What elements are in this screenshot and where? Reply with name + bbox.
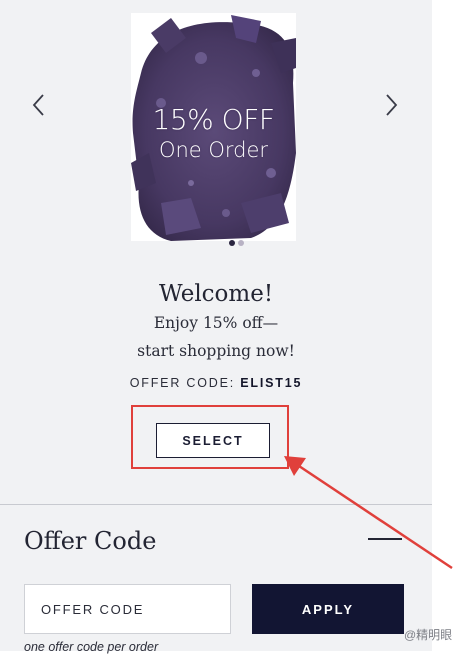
carousel-dot-active[interactable]	[229, 240, 235, 246]
offer-code-section-title: Offer Code	[24, 527, 157, 555]
section-divider	[0, 504, 432, 505]
promo-banner-image[interactable]: 15% OFF One Order	[131, 13, 296, 241]
welcome-subtitle-line2: start shopping now!	[137, 342, 295, 360]
apply-button[interactable]: APPLY	[252, 584, 404, 634]
offer-code-label: OFFER CODE:	[129, 376, 235, 390]
watermark-text: @精明眼	[404, 628, 453, 642]
offer-code-value: ELIST15	[240, 376, 303, 390]
carousel-prev-button[interactable]	[29, 92, 49, 118]
offer-code-input[interactable]	[24, 584, 231, 634]
offer-panel: 15% OFF One Order Welcome! Enjoy 15% off…	[0, 0, 432, 654]
chevron-left-icon	[32, 94, 44, 116]
promo-discount-text: 15% OFF	[152, 103, 275, 136]
carousel-next-button[interactable]	[381, 92, 401, 118]
chevron-right-icon	[386, 94, 398, 116]
carousel-dot[interactable]	[238, 240, 244, 246]
collapse-minus-icon[interactable]	[368, 538, 402, 540]
offer-note: one offer code per order	[24, 640, 159, 654]
promo-scope-text: One Order	[158, 138, 269, 162]
welcome-subtitle-line1: Enjoy 15% off—	[153, 314, 279, 332]
carousel-dots	[229, 233, 247, 251]
annotation-highlight-box	[131, 405, 289, 469]
welcome-title: Welcome!	[158, 281, 274, 307]
offer-code-line: OFFER CODE: ELIST15	[0, 376, 432, 390]
